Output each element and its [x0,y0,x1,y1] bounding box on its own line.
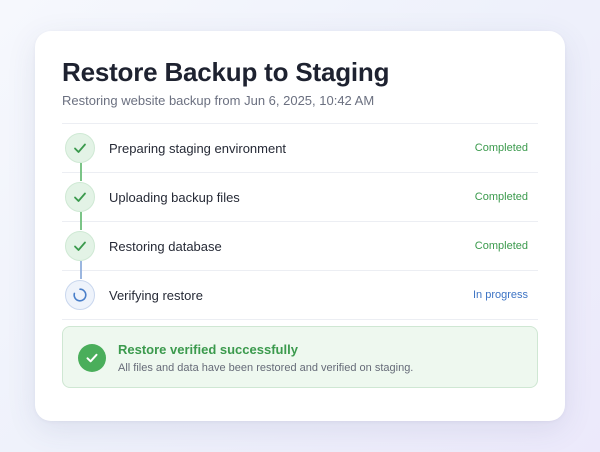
spinner-icon [65,280,95,310]
step-list: Preparing staging environment Completed … [62,123,538,320]
step-status: Completed [474,191,528,203]
success-title: Restore verified successfully [118,342,298,357]
check-icon [65,182,95,212]
step-label: Restoring database [109,238,222,254]
step-item-uploading: Uploading backup files Completed [62,173,538,230]
step-connector [80,212,82,230]
step-item-verifying: Verifying restore In progress [62,271,538,320]
step-status: Completed [474,240,528,252]
step-status: Completed [474,142,528,154]
check-icon [65,231,95,261]
page-title: Restore Backup to Staging [62,57,390,87]
step-label: Verifying restore [109,287,203,303]
step-status: In progress [472,289,528,301]
step-label: Preparing staging environment [109,140,287,156]
step-item-restoring-db: Restoring database Completed [62,222,538,279]
success-banner: Restore verified successfully All files … [62,326,538,388]
step-connector [80,261,82,279]
check-circle-icon [78,344,106,372]
step-connector [80,163,82,181]
step-item-preparing: Preparing staging environment Completed [62,124,538,181]
success-description: All files and data have been restored an… [118,362,414,374]
step-label: Uploading backup files [109,189,240,205]
check-icon [65,133,95,163]
restore-card: Restore Backup to Staging Restoring webs… [35,31,565,421]
page-subtitle: Restoring website backup from Jun 6, 202… [62,93,375,108]
